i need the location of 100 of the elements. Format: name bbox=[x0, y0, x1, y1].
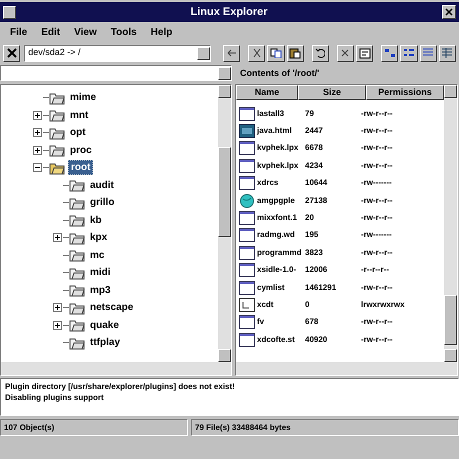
paste-button[interactable] bbox=[286, 44, 304, 62]
tree-item[interactable]: ttfplay bbox=[88, 336, 122, 350]
details-view-button[interactable] bbox=[438, 44, 456, 62]
horizontal-scrollbar[interactable] bbox=[1, 362, 231, 375]
file-permissions: -rw-r--r-- bbox=[361, 246, 393, 259]
cut-button[interactable] bbox=[248, 44, 266, 62]
file-name[interactable]: xdrcs bbox=[257, 177, 305, 190]
file-permissions: -rw-r--r-- bbox=[361, 194, 393, 207]
column-header[interactable]: Size bbox=[298, 85, 366, 100]
file-size: 1461291 bbox=[305, 282, 338, 294]
large-icons-button[interactable] bbox=[381, 44, 398, 62]
expand-toggle[interactable] bbox=[52, 320, 62, 330]
folder-icon bbox=[69, 213, 85, 228]
tree-item[interactable]: kpx bbox=[88, 231, 110, 244]
window-title: Linux Explorer bbox=[189, 4, 269, 20]
tree-item[interactable]: proc bbox=[68, 144, 94, 157]
collapse-toggle[interactable] bbox=[32, 163, 42, 172]
list-view-button[interactable] bbox=[420, 44, 437, 62]
file-name[interactable]: fv bbox=[257, 316, 305, 328]
tree-item[interactable]: quake bbox=[88, 318, 121, 332]
disconnect-icon bbox=[6, 48, 17, 58]
delete-button[interactable] bbox=[336, 44, 354, 62]
folder-icon bbox=[69, 283, 85, 298]
tree-item[interactable]: mime bbox=[68, 91, 98, 104]
undo-button[interactable] bbox=[312, 44, 329, 62]
column-header[interactable]: Name bbox=[236, 85, 298, 100]
disconnect-button[interactable] bbox=[3, 44, 20, 62]
vertical-scrollbar[interactable] bbox=[218, 85, 231, 362]
list-view-icon bbox=[422, 48, 434, 58]
file-permissions: -rw-r--r-- bbox=[361, 316, 393, 328]
web-page-icon bbox=[239, 124, 255, 138]
tree-item[interactable]: netscape bbox=[88, 301, 136, 314]
paste-icon bbox=[289, 47, 302, 59]
file-permissions: -r--r--r-- bbox=[361, 264, 389, 276]
plus-icon bbox=[34, 130, 40, 136]
expand-toggle[interactable] bbox=[32, 128, 42, 138]
window-file-icon bbox=[239, 332, 255, 347]
tree-item[interactable]: mc bbox=[88, 248, 106, 262]
status-text: 107 Object(s) bbox=[0, 419, 188, 436]
file-permissions: -rw-r--r-- bbox=[361, 142, 393, 154]
expand-toggle[interactable] bbox=[52, 303, 62, 312]
menu-item[interactable]: View bbox=[74, 25, 97, 40]
window-menu-icon[interactable] bbox=[3, 6, 16, 18]
tree-combo[interactable] bbox=[0, 65, 232, 81]
file-permissions: lrwxrwxrwx bbox=[361, 298, 405, 311]
tree-item[interactable]: mp3 bbox=[88, 284, 113, 297]
tree-item[interactable]: midi bbox=[88, 266, 113, 280]
folder-icon bbox=[69, 178, 85, 192]
tree-item[interactable]: kb bbox=[88, 214, 104, 227]
log-line: Disabling plugins support bbox=[5, 392, 105, 403]
tree-item[interactable]: grillo bbox=[88, 196, 116, 210]
expand-toggle[interactable] bbox=[52, 233, 62, 242]
expand-toggle[interactable] bbox=[32, 110, 42, 120]
address-combo[interactable]: dev/sda2 -> / bbox=[24, 44, 212, 62]
file-name[interactable]: java.html bbox=[257, 125, 305, 138]
menu-item[interactable]: Tools bbox=[110, 25, 137, 40]
file-name[interactable]: mixxfont.1 bbox=[257, 212, 305, 224]
file-name[interactable]: lastall3 bbox=[257, 108, 305, 120]
file-permissions: -rw-r--r-- bbox=[361, 334, 393, 346]
back-button[interactable] bbox=[222, 44, 240, 62]
properties-button[interactable] bbox=[356, 44, 374, 62]
small-icons-icon bbox=[402, 48, 415, 58]
file-name[interactable]: radmg.wd bbox=[257, 229, 305, 242]
file-name[interactable]: cymlist bbox=[257, 282, 305, 294]
tree-item[interactable]: opt bbox=[68, 126, 88, 140]
small-icons-button[interactable] bbox=[400, 44, 418, 62]
tree-item[interactable]: root bbox=[68, 160, 94, 176]
tree-item[interactable]: mnt bbox=[68, 108, 90, 122]
window-file-icon bbox=[239, 176, 255, 190]
file-permissions: -rw-r--r-- bbox=[361, 212, 393, 224]
column-header[interactable]: Permissions bbox=[366, 85, 444, 100]
cut-icon bbox=[252, 48, 262, 58]
file-size: 27138 bbox=[305, 194, 328, 207]
file-permissions: -rw------- bbox=[361, 177, 392, 190]
file-name[interactable]: xcdt bbox=[257, 298, 305, 311]
copy-button[interactable] bbox=[267, 44, 285, 62]
file-name[interactable]: amgpgple bbox=[257, 194, 305, 207]
plus-icon bbox=[54, 305, 60, 310]
menu-item[interactable]: Help bbox=[150, 25, 172, 40]
file-name[interactable]: xdcofte.st bbox=[257, 334, 305, 346]
plus-icon bbox=[54, 322, 60, 328]
plus-icon bbox=[34, 148, 40, 153]
properties-icon bbox=[358, 48, 371, 58]
plus-icon bbox=[54, 235, 60, 240]
horizontal-scrollbar[interactable] bbox=[236, 362, 457, 375]
file-name[interactable]: kvphek.lpx bbox=[257, 142, 305, 154]
close-button[interactable] bbox=[442, 5, 456, 19]
file-size: 10644 bbox=[305, 177, 328, 190]
file-name[interactable]: programmd bbox=[257, 246, 305, 259]
folder-icon bbox=[69, 230, 85, 245]
window-file-icon bbox=[239, 211, 255, 226]
file-name[interactable]: xsidle-1.0- bbox=[257, 264, 305, 276]
tree-item[interactable]: audit bbox=[88, 178, 116, 192]
window-file-icon bbox=[239, 315, 255, 330]
menu-item[interactable]: Edit bbox=[41, 25, 60, 40]
expand-toggle[interactable] bbox=[32, 146, 42, 155]
file-name[interactable]: kvphek.lpx bbox=[257, 160, 305, 172]
folder-icon bbox=[49, 126, 65, 140]
menu-item[interactable]: File bbox=[10, 25, 28, 40]
vertical-scrollbar[interactable] bbox=[444, 85, 457, 362]
